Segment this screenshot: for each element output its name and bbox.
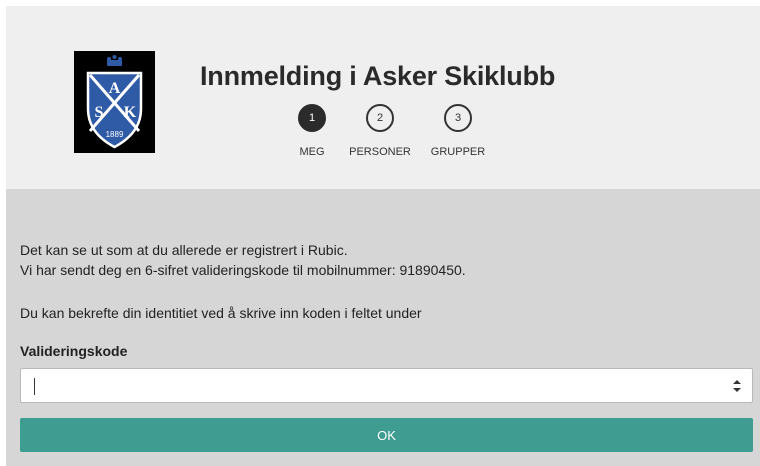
text-cursor xyxy=(34,378,35,395)
validation-code-input[interactable] xyxy=(21,369,752,402)
step-2-label: PERSONER xyxy=(349,146,411,158)
message-instructions: Du kan bekrefte din identitiet ved å skr… xyxy=(20,305,422,321)
number-spinner-icon[interactable] xyxy=(732,379,742,393)
registration-panel: A S K 1889 Innmelding i Asker Skiklubb 1… xyxy=(6,6,760,466)
step-3[interactable]: 3 GRUPPER xyxy=(413,104,503,158)
message-code-sent: Vi har sendt deg en 6-sifret validerings… xyxy=(20,262,466,278)
page-title: Innmelding i Asker Skiklubb xyxy=(200,61,556,91)
step-2[interactable]: 2 PERSONER xyxy=(335,104,425,158)
header: A S K 1889 Innmelding i Asker Skiklubb 1… xyxy=(6,6,760,189)
validation-code-field[interactable] xyxy=(20,368,753,403)
message-registered: Det kan se ut som at du allerede er regi… xyxy=(20,242,348,258)
step-1-number: 1 xyxy=(298,104,326,132)
step-2-number: 2 xyxy=(366,104,394,132)
validation-code-label: Valideringskode xyxy=(20,343,128,359)
step-3-label: GRUPPER xyxy=(430,146,486,158)
ok-button[interactable]: OK xyxy=(20,418,753,452)
svg-text:A: A xyxy=(109,80,121,97)
step-indicator: 1 MEG 2 PERSONER 3 GRUPPER xyxy=(6,104,760,174)
step-3-number: 3 xyxy=(444,104,472,132)
